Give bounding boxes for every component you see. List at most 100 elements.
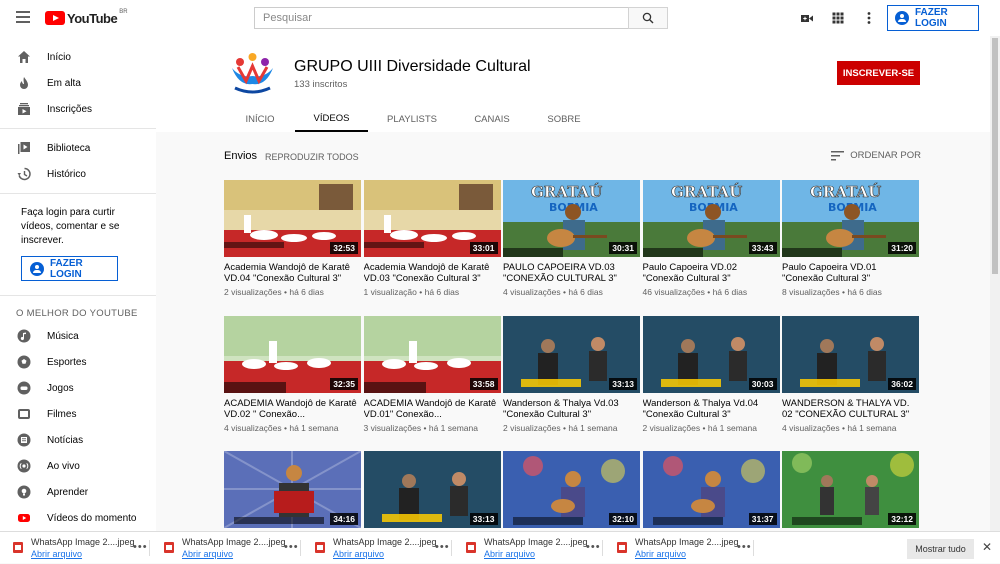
image-file-icon [617, 542, 627, 553]
video-thumbnail[interactable]: 33:13 [503, 315, 640, 393]
video-meta: 46 visualizações • há 6 dias [642, 287, 748, 297]
apps-grid-icon[interactable] [831, 11, 845, 25]
video-title[interactable]: ACADEMIA Wandojô de Karatê VD.01" Conexã… [364, 398, 501, 420]
more-horiz-icon[interactable]: ••• [737, 541, 752, 553]
video-title[interactable]: Academia Wandojô de Karatê VD.04 "Conexã… [224, 262, 361, 284]
video-thumbnail[interactable]: 31:37 [642, 451, 780, 528]
tab-playlists[interactable]: PLAYLISTS [368, 106, 456, 132]
search-button[interactable] [628, 7, 668, 29]
video-title[interactable]: WANDERSON & THALYA VD. 02 "CONEXÃO CULTU… [782, 398, 919, 420]
video-thumbnail[interactable]: 30:03 [642, 315, 780, 393]
video-title[interactable]: Paulo Capoeira VD.01 "Conexão Cultural 3… [782, 262, 919, 284]
sort-icon [831, 150, 845, 160]
sidebar-item-inscricoes[interactable]: Inscrições [0, 96, 156, 122]
channel-avatar[interactable] [225, 46, 280, 101]
video-thumbnail[interactable]: 33:58 [363, 315, 501, 393]
sidebar-item-esportes[interactable]: Esportes [0, 349, 156, 375]
login-button[interactable]: FAZER LOGIN [887, 5, 979, 31]
sidebar-item-videos-do-momento[interactable]: Vídeos do momento [0, 505, 156, 531]
show-all-button[interactable]: Mostrar tudo [907, 539, 974, 559]
sidebar-item-label: Vídeos do momento [47, 512, 137, 524]
video-title[interactable]: ACADEMIA Wandojô de Karatê VD.02 " Conex… [224, 398, 361, 420]
sidebar-item-aprender[interactable]: Aprender [0, 479, 156, 505]
sidebar-item-em-alta[interactable]: Em alta [0, 70, 156, 96]
video-duration: 32:35 [330, 377, 358, 390]
video-duration: 33:58 [469, 377, 498, 390]
close-icon[interactable]: ✕ [982, 540, 992, 554]
sidebar-item-jogos[interactable]: Jogos [0, 375, 156, 401]
sidebar-item-ao-vivo[interactable]: Ao vivo [0, 453, 156, 479]
video-card[interactable]: 36:02 WANDERSON & THALYA VD. 02 "CONEXÃO … [782, 315, 919, 433]
search-input[interactable]: Pesquisar [254, 7, 629, 29]
learning-icon [17, 485, 31, 499]
sort-button[interactable]: ORDENAR POR [831, 150, 921, 161]
more-horiz-icon[interactable]: ••• [586, 541, 601, 553]
video-title[interactable]: Paulo Capoeira VD.02 "Conexão Cultural 3… [643, 262, 780, 284]
video-thumbnail[interactable]: GRATAÚBOEMIA30:31 [503, 180, 640, 257]
more-horiz-icon[interactable]: ••• [284, 541, 299, 553]
download-item[interactable]: WhatsApp Image 2....jpeg Abrir arquivo ••• [151, 532, 301, 564]
video-thumbnail[interactable]: 32:10 [503, 451, 640, 528]
music-icon [17, 329, 31, 343]
video-thumbnail[interactable]: 33:13 [363, 451, 501, 528]
open-file-link[interactable]: Abrir arquivo [635, 549, 686, 559]
video-thumbnail[interactable]: 36:02 [782, 315, 919, 393]
video-title[interactable]: Wanderson & Thalya Vd.03 "Conexão Cultur… [503, 398, 640, 420]
video-card[interactable]: 32:35 ACADEMIA Wandojô de Karatê VD.02 " … [224, 315, 361, 433]
tab-videos[interactable]: VÍDEOS [295, 106, 368, 132]
open-file-link[interactable]: Abrir arquivo [182, 549, 233, 559]
video-meta: 8 visualizações • há 6 dias [782, 287, 882, 297]
image-file-icon [164, 542, 174, 553]
sidebar-item-noticias[interactable]: Notícias [0, 427, 156, 453]
tab-inicio[interactable]: INÍCIO [225, 106, 295, 132]
tab-canais[interactable]: CANAIS [456, 106, 528, 132]
sidebar-item-label: Notícias [47, 434, 84, 446]
sidebar-item-filmes[interactable]: Filmes [0, 401, 156, 427]
video-title[interactable]: Academia Wandojô de Karatê VD.03 "Conexã… [364, 262, 501, 284]
video-card[interactable]: 30:03 Wanderson & Thalya Vd.04 "Conexão C… [642, 315, 780, 433]
sidebar-item-musica[interactable]: Música [0, 323, 156, 349]
video-card[interactable]: GRATAÚBOEMIA30:31 PAULO CAPOEIRA VD.03 "C… [503, 180, 640, 297]
download-item[interactable]: WhatsApp Image 2....jpeg Abrir arquivo ••• [604, 532, 754, 564]
download-item[interactable]: WhatsApp Image 2....jpeg Abrir arquivo ••• [453, 532, 603, 564]
subscribe-button[interactable]: INSCREVER-SE [837, 61, 920, 85]
video-thumbnail[interactable]: GRATAÚBOEMIA31:20 [782, 180, 919, 257]
video-thumbnail[interactable]: 32:35 [224, 315, 361, 393]
download-item[interactable]: WhatsApp Image 2....jpeg Abrir arquivo ••• [0, 532, 150, 564]
create-video-icon[interactable] [800, 11, 814, 25]
video-thumbnail[interactable]: GRATAÚBOEMIA33:43 [642, 180, 780, 257]
page-scrollbar[interactable] [990, 36, 1000, 531]
video-thumbnail[interactable]: 33:01 [363, 180, 501, 257]
open-file-link[interactable]: Abrir arquivo [484, 549, 535, 559]
video-thumbnail[interactable]: 32:12 [782, 451, 919, 528]
video-card[interactable]: GRATAÚBOEMIA33:43 Paulo Capoeira VD.02 "C… [642, 180, 780, 297]
youtube-play-icon [45, 11, 65, 25]
sidebar-item-biblioteca[interactable]: Biblioteca [0, 135, 156, 161]
more-horiz-icon[interactable]: ••• [133, 541, 148, 553]
video-thumbnail[interactable]: 32:53 [224, 180, 361, 257]
sidebar-item-historico[interactable]: Histórico [0, 161, 156, 187]
sidebar-login-button[interactable]: FAZER LOGIN [21, 256, 118, 281]
menu-icon[interactable] [16, 11, 30, 23]
tab-sobre[interactable]: SOBRE [528, 106, 600, 132]
video-title[interactable]: PAULO CAPOEIRA VD.03 "CONEXÃO CULTURAL 3… [503, 262, 640, 284]
video-card[interactable]: 33:58 ACADEMIA Wandojô de Karatê VD.01" C… [363, 315, 501, 433]
more-vert-icon[interactable] [862, 11, 876, 25]
scrollbar-thumb[interactable] [992, 38, 998, 274]
sidebar-item-inicio[interactable]: Início [0, 44, 156, 70]
sidebar-divider [0, 128, 156, 129]
more-horiz-icon[interactable]: ••• [435, 541, 450, 553]
video-card[interactable]: 33:01 Academia Wandojô de Karatê VD.03 "C… [363, 180, 501, 297]
video-card[interactable]: GRATAÚBOEMIA31:20 Paulo Capoeira VD.01 "C… [782, 180, 919, 297]
open-file-link[interactable]: Abrir arquivo [31, 549, 82, 559]
video-thumbnail[interactable]: 34:16 [224, 451, 361, 528]
video-title[interactable]: Wanderson & Thalya Vd.04 "Conexão Cultur… [643, 398, 780, 420]
open-file-link[interactable]: Abrir arquivo [333, 549, 384, 559]
youtube-logo[interactable]: YouTube BR [45, 9, 128, 26]
video-card[interactable]: 33:13 Wanderson & Thalya Vd.03 "Conexão C… [503, 315, 640, 433]
play-all-button[interactable]: REPRODUZIR TODOS [265, 152, 359, 162]
video-card[interactable]: 32:53 Academia Wandojô de Karatê VD.04 "C… [224, 180, 361, 297]
download-item[interactable]: WhatsApp Image 2....jpeg Abrir arquivo ••• [302, 532, 452, 564]
sidebar-item-label: Em alta [47, 77, 81, 89]
logo-text: YouTube [67, 10, 118, 26]
